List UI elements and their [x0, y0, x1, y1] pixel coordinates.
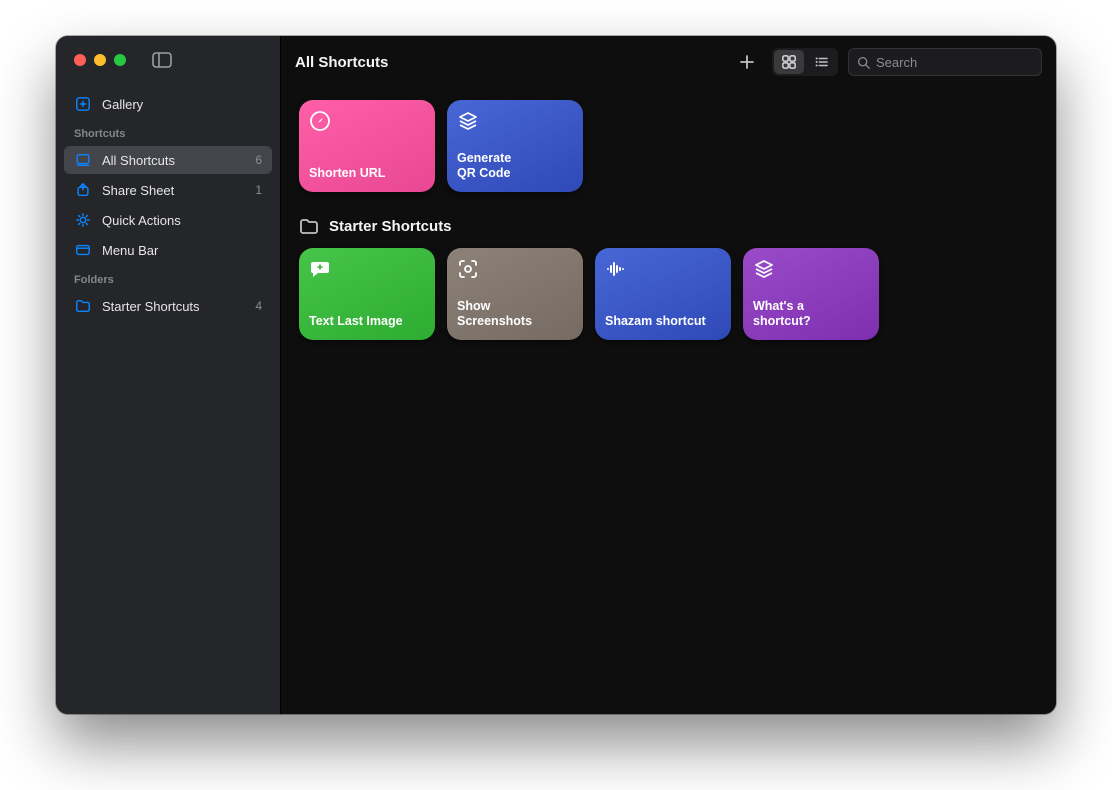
sidebar-item-all-shortcuts[interactable]: All Shortcuts 6	[64, 146, 272, 174]
sidebar-icon	[152, 52, 172, 68]
gallery-icon	[74, 95, 92, 113]
message-plus-icon	[309, 258, 331, 280]
menubar-icon	[74, 241, 92, 259]
top-shortcuts-grid: Shorten URL Generate QR Code	[299, 100, 1038, 192]
section-title: Starter Shortcuts	[329, 218, 452, 235]
sidebar-section-folders: Folders	[64, 266, 272, 290]
search-field[interactable]	[848, 48, 1042, 76]
grid-view-button[interactable]	[774, 50, 804, 74]
share-icon	[74, 181, 92, 199]
close-window[interactable]	[74, 54, 86, 66]
list-view-button[interactable]	[806, 50, 836, 74]
folder-icon	[74, 297, 92, 315]
starter-shortcuts-grid: Text Last Image Show Screenshots Shazam …	[299, 248, 1038, 340]
minimize-window[interactable]	[94, 54, 106, 66]
new-shortcut-button[interactable]	[732, 49, 762, 75]
sidebar-item-count: 4	[255, 299, 262, 313]
sidebar-gallery[interactable]: Gallery	[64, 90, 272, 118]
sidebar-folder-starter[interactable]: Starter Shortcuts 4	[64, 292, 272, 320]
sidebar-gallery-label: Gallery	[102, 97, 262, 112]
sidebar-section-shortcuts: Shortcuts	[64, 120, 272, 144]
grid-icon	[782, 55, 796, 69]
search-icon	[857, 55, 870, 69]
sidebar-item-label: Quick Actions	[102, 213, 262, 228]
shortcut-card-label: Text Last Image	[309, 314, 425, 330]
sidebar-item-label: All Shortcuts	[102, 153, 245, 168]
shortcut-card-text-last-image[interactable]: Text Last Image	[299, 248, 435, 340]
folder-icon	[299, 216, 319, 236]
shortcut-card-label: What's a shortcut?	[753, 299, 869, 330]
shortcut-card-generate-qr[interactable]: Generate QR Code	[447, 100, 583, 192]
shortcut-card-show-screenshots[interactable]: Show Screenshots	[447, 248, 583, 340]
app-window: Gallery Shortcuts All Shortcuts 6 Share …	[56, 36, 1056, 714]
sidebar-item-label: Menu Bar	[102, 243, 262, 258]
sidebar-item-share-sheet[interactable]: Share Sheet 1	[64, 176, 272, 204]
layers-icon	[74, 151, 92, 169]
sidebar-item-label: Share Sheet	[102, 183, 245, 198]
sidebar-item-label: Starter Shortcuts	[102, 299, 245, 314]
titlebar	[56, 36, 280, 84]
sidebar-content: Gallery Shortcuts All Shortcuts 6 Share …	[56, 84, 280, 326]
content-area: Shorten URL Generate QR Code Starter Sho…	[281, 88, 1056, 714]
shortcut-card-whats-a-shortcut[interactable]: What's a shortcut?	[743, 248, 879, 340]
section-header-starter: Starter Shortcuts	[299, 216, 1038, 236]
shortcut-card-label: Shazam shortcut	[605, 314, 721, 330]
page-title: All Shortcuts	[295, 54, 388, 71]
sidebar-item-menu-bar[interactable]: Menu Bar	[64, 236, 272, 264]
shortcut-card-label: Show Screenshots	[457, 299, 573, 330]
plus-icon	[739, 54, 755, 70]
sidebar-item-count: 1	[255, 183, 262, 197]
zoom-window[interactable]	[114, 54, 126, 66]
toggle-sidebar-button[interactable]	[152, 52, 172, 68]
sidebar: Gallery Shortcuts All Shortcuts 6 Share …	[56, 36, 281, 714]
layers-icon	[457, 110, 479, 132]
sidebar-item-quick-actions[interactable]: Quick Actions	[64, 206, 272, 234]
list-icon	[814, 55, 828, 69]
viewfinder-icon	[457, 258, 479, 280]
safari-icon	[309, 110, 331, 132]
gear-icon	[74, 211, 92, 229]
waveform-icon	[605, 258, 627, 280]
shortcut-card-shazam[interactable]: Shazam shortcut	[595, 248, 731, 340]
layers-icon	[753, 258, 775, 280]
view-mode-toggle	[772, 48, 838, 76]
shortcut-card-shorten-url[interactable]: Shorten URL	[299, 100, 435, 192]
main-panel: All Shortcuts	[281, 36, 1056, 714]
traffic-lights	[74, 54, 126, 66]
toolbar: All Shortcuts	[281, 36, 1056, 88]
search-input[interactable]	[876, 55, 1033, 70]
shortcut-card-label: Generate QR Code	[457, 151, 573, 182]
sidebar-item-count: 6	[255, 153, 262, 167]
shortcut-card-label: Shorten URL	[309, 166, 425, 182]
